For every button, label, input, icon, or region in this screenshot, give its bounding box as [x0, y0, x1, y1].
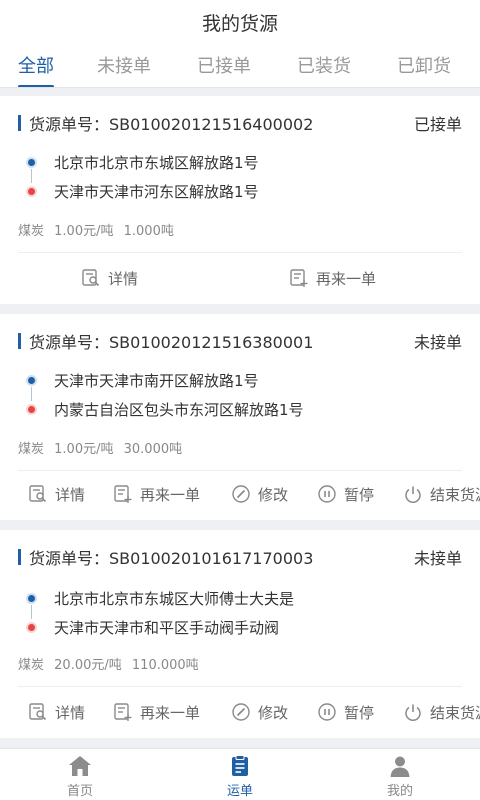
- cargo-type: 煤炭: [18, 442, 45, 457]
- origin-address: 天津市天津市南开区解放路1号: [54, 372, 259, 390]
- route-line: [31, 169, 32, 183]
- tab-accepted[interactable]: 已接单: [197, 52, 251, 87]
- route: 北京市北京市东城区大师傅士大夫是 天津市天津市和平区手动阀手动阀: [24, 588, 464, 638]
- reorder-icon: [288, 267, 310, 289]
- cargo-price: 20.00元/吨: [54, 658, 122, 673]
- edit-button[interactable]: 修改: [230, 474, 288, 514]
- tab-unloaded[interactable]: 已卸货: [397, 52, 451, 87]
- route-line: [31, 605, 32, 619]
- status-tabs: 全部 未接单 已接单 已装货 已卸货: [0, 44, 480, 88]
- cargo-type: 煤炭: [18, 224, 45, 239]
- edit-icon: [230, 483, 252, 505]
- power-icon: [402, 701, 424, 723]
- route: 北京市北京市东城区解放路1号 天津市天津市河东区解放路1号: [24, 152, 464, 202]
- reorder-button[interactable]: 再来一单: [112, 474, 200, 514]
- origin-address: 北京市北京市东城区解放路1号: [54, 154, 259, 172]
- reorder-button[interactable]: 再来一单: [112, 692, 200, 732]
- card-header: 货源单号：SB010020101617170003 未接单: [18, 546, 462, 568]
- divider: [18, 686, 462, 687]
- waybill-icon: [227, 753, 253, 778]
- edit-button[interactable]: 修改: [230, 692, 288, 732]
- end-button[interactable]: 结束货源: [402, 474, 480, 514]
- detail-button[interactable]: 详情: [27, 692, 85, 732]
- accent-bar: [18, 549, 21, 565]
- pause-button[interactable]: 暂停: [316, 474, 374, 514]
- destination-dot-icon: [28, 188, 35, 195]
- cargo-weight: 110.000吨: [131, 658, 199, 673]
- end-button[interactable]: 结束货源: [402, 692, 480, 732]
- cargo-price: 1.00元/吨: [54, 224, 114, 239]
- cargo-card[interactable]: 货源单号：SB010020121516400002 已接单 北京市北京市东城区解…: [0, 96, 480, 304]
- page-header: 我的货源: [0, 0, 480, 44]
- cargo-info: 煤炭 1.00元/吨 30.000吨: [18, 438, 182, 457]
- tab-all[interactable]: 全部: [18, 52, 54, 87]
- page-title: 我的货源: [201, 12, 278, 35]
- cargo-card[interactable]: 货源单号：SB010020101617170003 未接单 北京市北京市东城区大…: [0, 530, 480, 738]
- status-badge: 未接单: [413, 333, 462, 352]
- destination-address: 天津市天津市河东区解放路1号: [54, 183, 259, 201]
- destination-dot-icon: [28, 624, 35, 631]
- origin-dot-icon: [28, 595, 35, 602]
- card-actions: 详情 再来一单 修改 暂停 结束货源: [0, 692, 480, 732]
- detail-button[interactable]: 详情: [80, 258, 138, 298]
- detail-button[interactable]: 详情: [27, 474, 85, 514]
- cargo-info: 煤炭 20.00元/吨 110.000吨: [18, 654, 199, 673]
- cargo-weight: 1.000吨: [123, 224, 174, 239]
- status-badge: 未接单: [413, 549, 462, 568]
- pause-icon: [316, 483, 338, 505]
- route: 天津市天津市南开区解放路1号 内蒙古自治区包头市东河区解放路1号: [24, 370, 464, 420]
- status-badge: 已接单: [413, 115, 462, 134]
- nav-waybill[interactable]: 运单: [200, 753, 280, 799]
- origin-dot-icon: [28, 159, 35, 166]
- destination-address: 内蒙古自治区包头市东河区解放路1号: [54, 401, 304, 419]
- power-icon: [402, 483, 424, 505]
- order-number: 货源单号：SB010020121516380001: [29, 333, 314, 352]
- accent-bar: [18, 115, 21, 131]
- destination-dot-icon: [28, 406, 35, 413]
- route-line: [31, 387, 32, 401]
- cargo-weight: 30.000吨: [123, 442, 183, 457]
- bottom-nav: 首页 运单 我的: [0, 748, 480, 800]
- order-number: 货源单号：SB010020101617170003: [29, 549, 314, 568]
- tab-loaded[interactable]: 已装货: [297, 52, 351, 87]
- user-icon: [387, 753, 413, 778]
- destination-address: 天津市天津市和平区手动阀手动阀: [54, 619, 280, 637]
- cargo-info: 煤炭 1.00元/吨 1.000吨: [18, 220, 174, 239]
- origin-dot-icon: [28, 377, 35, 384]
- reorder-icon: [112, 483, 134, 505]
- cargo-type: 煤炭: [18, 658, 45, 673]
- detail-icon: [27, 483, 49, 505]
- cargo-card[interactable]: 货源单号：SB010020121516380001 未接单 天津市天津市南开区解…: [0, 314, 480, 520]
- reorder-icon: [112, 701, 134, 723]
- divider: [18, 252, 462, 253]
- detail-icon: [80, 267, 102, 289]
- pause-button[interactable]: 暂停: [316, 692, 374, 732]
- home-icon: [67, 753, 93, 778]
- card-actions: 详情 再来一单 修改 暂停 结束货源: [0, 474, 480, 514]
- nav-mine[interactable]: 我的: [360, 753, 440, 799]
- reorder-button[interactable]: 再来一单: [288, 258, 376, 298]
- order-number: 货源单号：SB010020121516400002: [29, 115, 314, 134]
- origin-address: 北京市北京市东城区大师傅士大夫是: [54, 590, 295, 608]
- accent-bar: [18, 333, 21, 349]
- nav-home[interactable]: 首页: [40, 753, 120, 799]
- card-header: 货源单号：SB010020121516400002 已接单: [18, 112, 462, 134]
- card-header: 货源单号：SB010020121516380001 未接单: [18, 330, 462, 352]
- tab-pending[interactable]: 未接单: [97, 52, 151, 87]
- pause-icon: [316, 701, 338, 723]
- divider: [18, 470, 462, 471]
- cargo-price: 1.00元/吨: [54, 442, 114, 457]
- detail-icon: [27, 701, 49, 723]
- card-actions: 详情 再来一单: [0, 258, 480, 298]
- edit-icon: [230, 701, 252, 723]
